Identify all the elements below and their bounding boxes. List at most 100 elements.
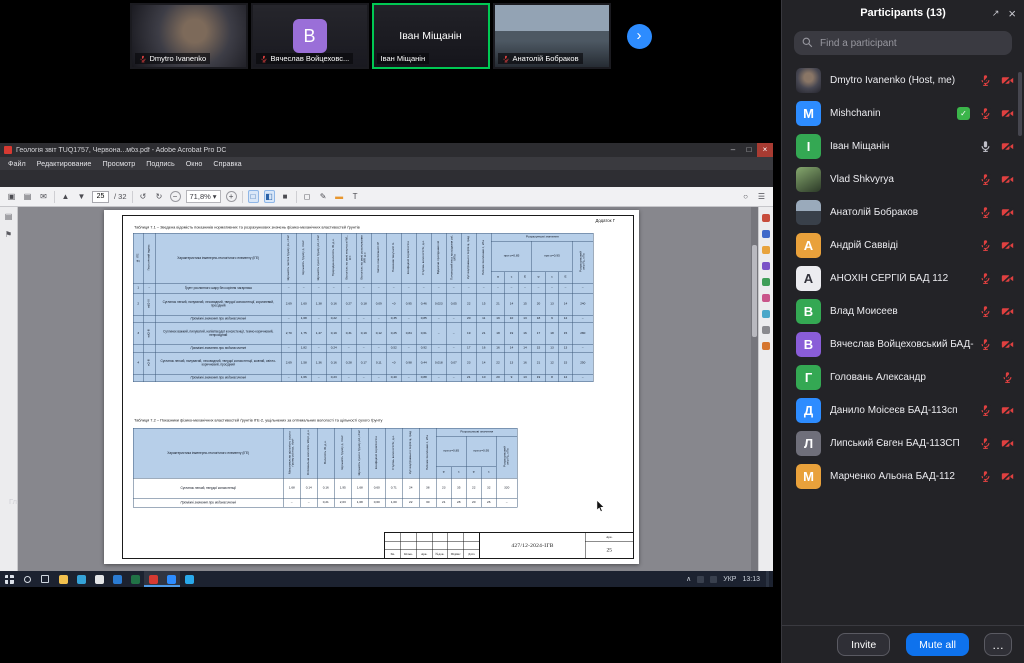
table-cell: – [356,345,371,353]
close-icon[interactable]: × [1008,7,1016,20]
mic-status-icon[interactable] [979,437,992,450]
task-view-button[interactable] [36,571,54,587]
file-explorer-icon[interactable] [54,571,72,587]
participant-row[interactable]: M Mishchanin ✓ [782,97,1024,130]
minimize-button[interactable]: – [725,143,741,157]
participant-row[interactable]: I Іван Міщанін [782,130,1024,163]
video-status-icon[interactable] [1001,107,1014,120]
stamp-column: Кільк. [401,533,417,558]
invite-button[interactable]: Invite [837,633,890,656]
app-icon [24,576,31,583]
table-cell: 14 [476,352,491,374]
search-input[interactable] [794,31,1012,55]
mic-status-icon[interactable] [979,173,992,186]
mic-status-icon[interactable] [979,239,992,252]
participant-row[interactable]: В Вячеслав Войцеховський БАД-1... [782,328,1024,361]
video-tile-vyacheslav[interactable]: B Вячеслав Войцеховс... [251,3,369,69]
mic-status-icon[interactable] [979,404,992,417]
scrollbar-thumb[interactable] [752,245,757,337]
participant-row[interactable]: В Влад Моисеев [782,295,1024,328]
mute-all-button[interactable]: Mute all [906,633,969,656]
menu-item[interactable]: Файл [8,159,26,168]
video-status-icon[interactable] [1001,470,1014,483]
table-cell: – [143,283,155,293]
participant-row[interactable]: Д Данило Моісеєв БАД-113сп [782,394,1024,427]
table-cell [133,345,143,353]
video-tile-anatoliy[interactable]: Анатолій Бобраков [493,3,611,69]
table-cell: 1,00 [385,498,402,507]
menu-item[interactable]: Просмотр [102,159,135,168]
mic-status-icon[interactable] [979,107,992,120]
video-status-icon[interactable] [1001,338,1014,351]
chrome-icon[interactable] [90,571,108,587]
table-cell: 1,60 [296,293,311,315]
table-cell: 1,47 [311,323,326,345]
participant-row[interactable]: А Андрій Саввіді [782,229,1024,262]
search-button[interactable] [18,571,36,587]
edge-icon[interactable] [72,571,90,587]
table-cell: 1,38 [311,293,326,315]
mic-status-icon[interactable] [979,272,992,285]
video-status-icon[interactable] [1001,272,1014,285]
zoom-icon[interactable] [162,571,180,587]
acrobat-titlebar[interactable]: Геологія звіт TUQ1757, Червона...мбз.pdf… [0,143,773,157]
menu-item[interactable]: Справка [213,159,241,168]
participant-row[interactable]: Л Липський Євген БАД-113СП [782,427,1024,460]
avatar: M [796,101,821,126]
mic-status-icon[interactable] [1001,371,1014,384]
participant-row[interactable]: Dmytro Ivanenko (Host, me) [782,64,1024,97]
menu-item[interactable]: Подпись [146,159,174,168]
status-icons [979,305,1014,318]
table-cell: 0,17 [356,352,371,374]
video-tile-dmytro[interactable]: Dmytro Ivanenko [130,3,248,69]
table-cell: 0,85 [416,315,431,323]
acrobat-icon[interactable] [144,571,162,587]
table-cell: 0,98 [401,352,416,374]
maximize-button[interactable]: □ [741,143,757,157]
telegram-icon[interactable] [180,571,198,587]
video-status-icon[interactable] [1001,404,1014,417]
video-status-icon[interactable] [1001,437,1014,450]
menu-item[interactable]: Окно [186,159,203,168]
table-cell: – [386,283,401,293]
next-participants-button[interactable]: › [627,24,652,49]
video-status-icon[interactable] [1001,173,1014,186]
participant-name: Головань Александр [830,372,996,383]
mic-status-icon[interactable] [979,338,992,351]
document-scrollbar[interactable] [751,207,758,571]
video-tiles: Dmytro Ivanenko B [130,3,611,69]
video-tile-ivan[interactable]: Іван Міщанін Іван Міщанін [372,3,490,69]
table-cell: 0,52 [386,345,401,353]
start-button[interactable] [0,571,18,587]
excel-icon[interactable] [126,571,144,587]
participant-row[interactable]: A АНОХІН СЕРГІЙ БАД 112 [782,262,1024,295]
sidebar-scrollbar-thumb[interactable] [1018,72,1022,136]
video-status-icon[interactable] [1001,239,1014,252]
video-status-icon[interactable] [1001,140,1014,153]
mic-status-icon[interactable] [979,206,992,219]
participant-row[interactable]: Vlad Shkvyrya [782,163,1024,196]
more-options-button[interactable]: … [984,633,1012,656]
table-cell: Проміжні значення при водонасиченні [155,315,281,323]
word-icon[interactable] [108,571,126,587]
shared-screen: Геологія звіт TUQ1757, Червона...мбз.pdf… [0,143,773,587]
video-status-icon[interactable] [1001,206,1014,219]
mic-status-icon[interactable] [979,140,992,153]
table-cell: Суглинок легкий, твердої консистенції [133,478,283,498]
mic-status-icon[interactable] [979,74,992,87]
table-cell: 250 [572,352,593,374]
popout-icon[interactable]: ↗ [992,8,1000,19]
participant-row[interactable]: Г Головань Александр [782,361,1024,394]
menu-item[interactable]: Редактирование [37,159,92,168]
document-view[interactable]: Додаток Г Таблиця 7.1 – Зведена відоміст… [18,207,758,571]
avatar-initial: Г [805,370,812,385]
mic-status-icon[interactable] [979,470,992,483]
close-button[interactable]: × [757,143,773,157]
mic-status-icon[interactable] [979,305,992,318]
video-status-icon[interactable] [1001,74,1014,87]
participants-list[interactable]: Dmytro Ivanenko (Host, me) [782,62,1024,625]
participant-row[interactable]: М Марченко Альона БАД-112 [782,460,1024,493]
table-cell: 0,05 [446,293,461,315]
video-status-icon[interactable] [1001,305,1014,318]
participant-row[interactable]: Анатолій Бобраков [782,196,1024,229]
